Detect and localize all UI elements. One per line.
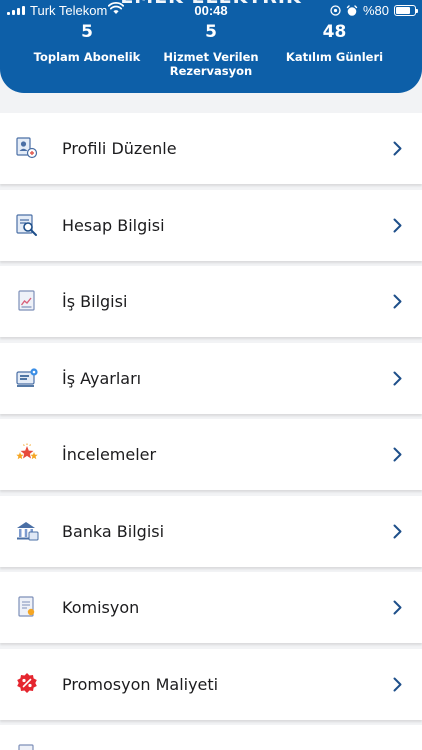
promotion-percent-icon — [17, 672, 37, 693]
stat-label: Katılım Günleri — [285, 50, 384, 64]
bank-icon — [17, 521, 39, 540]
business-chart-icon — [18, 290, 35, 311]
menu-item-business-info[interactable]: İş Bilgisi — [0, 266, 422, 337]
menu-item-business-settings[interactable]: İş Ayarları — [0, 342, 422, 414]
menu-item-label: Banka Bilgisi — [62, 521, 165, 541]
menu-item-label: Komisyon — [62, 598, 140, 617]
menu-item-label: İncelemeler — [62, 445, 157, 464]
commission-document-icon — [18, 596, 35, 617]
battery-percent: %80 — [362, 3, 389, 18]
menu-item-account-info[interactable]: Hesap Bilgisi — [0, 189, 422, 261]
menu-item-label: Hesap Bilgisi — [62, 215, 165, 235]
profile-edit-icon — [16, 137, 38, 159]
battery-level — [396, 7, 411, 14]
stat-served-reservations: 5 Hizmet Verilen Rezervasyon — [158, 22, 264, 78]
chevron-right-icon — [393, 600, 402, 615]
alarm-icon — [346, 4, 358, 16]
status-bar: Turk Telekom 00:48 %80 — [0, 0, 422, 22]
stat-label: Toplam Abonelik — [33, 50, 141, 64]
chevron-right-icon — [393, 141, 402, 156]
chevron-right-icon — [393, 294, 402, 309]
stat-value: 48 — [322, 22, 347, 42]
account-search-icon — [16, 213, 37, 236]
document-icon — [18, 744, 34, 750]
menu-item-promotion-cost[interactable]: Promosyon Maliyeti — [0, 648, 422, 720]
menu-item-reviews[interactable]: İncelemeler — [0, 419, 422, 490]
reviews-stars-icon — [16, 443, 38, 460]
menu-item-label: Promosyon Maliyeti — [62, 674, 219, 694]
chevron-right-icon — [393, 677, 402, 691]
stat-label: Hizmet Verilen Rezervasyon — [163, 50, 259, 78]
chevron-right-icon — [393, 524, 402, 538]
menu-item-next[interactable] — [0, 725, 422, 750]
business-settings-icon — [16, 367, 38, 387]
chevron-right-icon — [393, 447, 402, 462]
settings-menu: Profili Düzenle Hesap Bilgisi İş Bilgisi — [0, 113, 422, 750]
chevron-right-icon — [393, 218, 402, 232]
profile-header: EMEK ELEKTRIK Turk Telekom 00:48 %80 5 — [0, 0, 422, 93]
menu-item-commission[interactable]: Komisyon — [0, 572, 422, 643]
battery-icon — [394, 5, 418, 16]
location-icon — [330, 5, 341, 16]
menu-item-label: İş Ayarları — [62, 368, 142, 388]
menu-item-label: İş Bilgisi — [62, 292, 128, 311]
stat-participation-days: 48 Katılım Günleri — [276, 22, 393, 64]
menu-item-label: Profili Düzenle — [62, 139, 177, 158]
chevron-right-icon — [393, 371, 402, 385]
stat-value: 5 — [205, 22, 217, 42]
stat-value: 5 — [81, 22, 93, 42]
menu-item-bank-info[interactable]: Banka Bilgisi — [0, 495, 422, 567]
menu-item-edit-profile[interactable]: Profili Düzenle — [0, 113, 422, 184]
stat-total-subscriptions: 5 Toplam Abonelik — [27, 22, 147, 64]
